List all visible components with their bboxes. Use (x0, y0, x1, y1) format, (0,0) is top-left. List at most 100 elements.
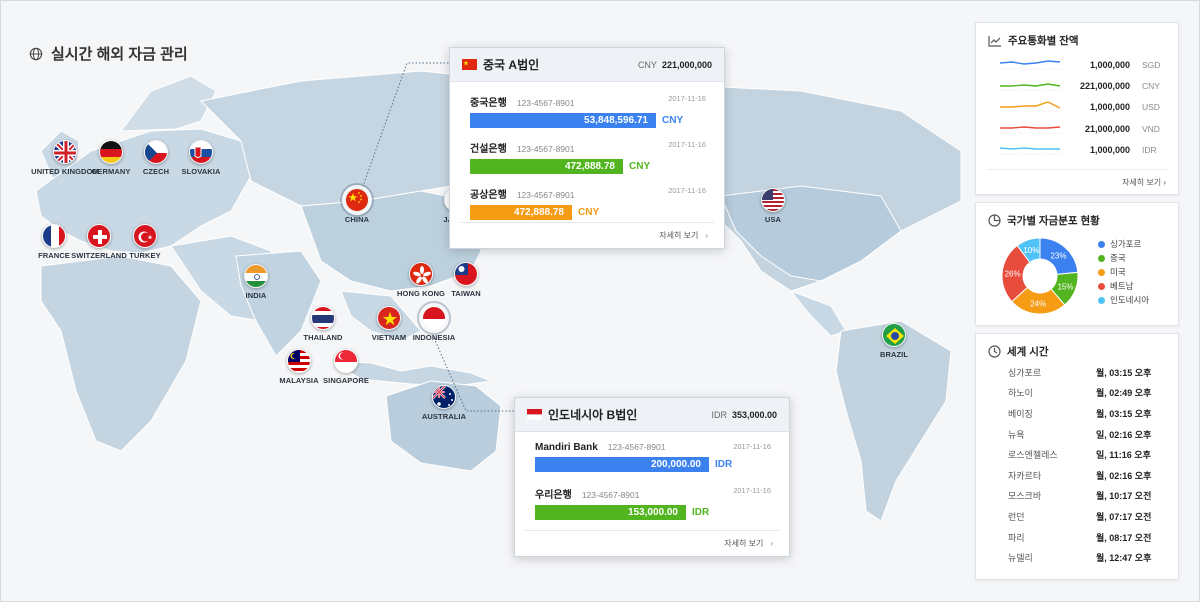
currency-amount: 1,000,000 (1089, 144, 1130, 155)
marker-thailand[interactable]: THAILAND (288, 306, 358, 342)
city-time: 월, 12:47 오후 (1096, 553, 1152, 564)
currency-code: VND (1142, 123, 1160, 134)
donut-slice-label: 23% (1050, 252, 1066, 261)
panel-title: 국가별 자금분포 현황 (976, 203, 1178, 228)
marker-indonesia[interactable]: INDONESIA (399, 306, 469, 342)
account-date: 2017-11-16 (733, 442, 771, 451)
popup-indonesia-entity: 인도네시아 B법인 IDR 353,000.00 Mandiri Bank 123-… (514, 397, 790, 557)
hongkong-flag-icon (409, 262, 433, 286)
city-time: 월, 02:49 오후 (1096, 388, 1152, 399)
city-time: 월, 03:15 오후 (1096, 408, 1152, 419)
australia-flag-icon (432, 385, 456, 409)
time-row: 뉴델리 월, 12:47 오후 (976, 547, 1180, 568)
entity-total: CNY 221,000,000 (637, 59, 712, 70)
chart-legend: 싱가포르 중국 미국 베트남 인도네시아 (1098, 237, 1149, 307)
balance-currency: IDR (692, 507, 710, 518)
marker-australia[interactable]: AUSTRALIA (409, 385, 479, 421)
czech-flag-icon (144, 140, 168, 164)
account-number: 123-4567-8901 (581, 490, 640, 500)
legend-item: 싱가포르 (1098, 237, 1149, 251)
legend-label: 인도네시아 (1110, 295, 1150, 305)
singapore-flag-icon (334, 349, 358, 373)
city-time: 월, 08:17 오전 (1096, 532, 1152, 543)
currency-code: SGD (1142, 60, 1161, 70)
account-number: 123-4567-8901 (607, 442, 666, 452)
account-row: 건설은행 123-4567-8901 2017-11-16 472,888.78 CN… (450, 140, 724, 174)
account-row: 중국은행 123-4567-8901 2017-11-16 53,848,596.7… (450, 94, 724, 128)
time-row: 베이징 월, 03:15 오후 (976, 403, 1180, 424)
india-flag-icon (244, 264, 268, 288)
entity-name: 인도네시아 B법인 (548, 408, 638, 422)
marker-label: BRAZIL (879, 350, 909, 359)
sparkline (1000, 83, 1062, 91)
account-number: 123-4567-8901 (516, 190, 575, 200)
city-name: 하노이 (1008, 388, 1033, 399)
city-name: 런던 (1008, 511, 1025, 522)
slovakia-flag-icon (189, 140, 213, 164)
balance-bar: 53,848,596.71 (470, 113, 656, 128)
indonesia-flag-icon (422, 306, 446, 330)
city-time: 월, 02:16 오후 (1096, 470, 1152, 481)
currency-row: 21,000,000 VND (976, 119, 1180, 139)
currency-amount: 1,000,000 (1089, 102, 1130, 113)
city-time: 월, 07:17 오전 (1096, 511, 1152, 522)
currency-code: USD (1142, 102, 1160, 113)
legend-label: 중국 (1110, 253, 1126, 263)
time-row: 자카르타 월, 02:16 오후 (976, 465, 1180, 486)
legend-item: 베트남 (1098, 279, 1149, 293)
balance-currency: CNY (578, 207, 600, 218)
panel-title: 세계 시간 (976, 334, 1178, 359)
donut-slice-label: 26% (1005, 269, 1021, 278)
marker-slovakia[interactable]: SLOVAKIA (166, 140, 236, 176)
balance-bar: 472,888.78 (470, 205, 572, 220)
time-row: 파리 월, 08:17 오전 (976, 527, 1180, 548)
marker-label: CHINA (344, 215, 370, 224)
currency-amount: 1,000,000 (1089, 60, 1130, 70)
currency-amount: 221,000,000 (1080, 81, 1131, 92)
donut-slice-label: 15% (1057, 282, 1073, 291)
more-link[interactable]: 자세히 보기 › (460, 222, 714, 248)
balance-bar: 200,000.00 (535, 457, 709, 472)
entity-name: 중국 A법인 (483, 58, 540, 72)
account-number: 123-4567-8901 (516, 98, 575, 108)
currency-amount: 21,000,000 (1084, 123, 1130, 134)
marker-singapore[interactable]: SINGAPORE (311, 349, 381, 385)
more-link[interactable]: 자세히 보기 › (525, 530, 779, 556)
marker-label: INDONESIA (412, 333, 456, 342)
time-row: 뉴욕 일, 02:16 오후 (976, 424, 1180, 445)
marker-brazil[interactable]: BRAZIL (859, 323, 929, 359)
marker-china[interactable]: CHINA (322, 188, 392, 224)
marker-label: SINGAPORE (323, 376, 369, 385)
marker-india[interactable]: INDIA (221, 264, 291, 300)
turkey-flag-icon (133, 224, 157, 248)
chevron-right-icon: › (770, 539, 773, 548)
currency-row: 1,000,000 IDR (976, 140, 1180, 160)
france-flag-icon (42, 224, 66, 248)
donut-slice-label: 24% (1030, 299, 1046, 308)
indonesia-flag-icon (527, 409, 542, 420)
marker-label: AUSTRALIA (421, 412, 467, 421)
panel-title: 주요통화별 잔액 (976, 23, 1178, 48)
balance-currency: IDR (715, 459, 733, 470)
balance-bar: 472,888.78 (470, 159, 623, 174)
clock-icon (988, 345, 1001, 358)
page-title: 실시간 해외 자금 관리 (29, 43, 188, 64)
city-time: 월, 03:15 오후 (1096, 367, 1152, 378)
balance-currency: CNY (629, 161, 651, 172)
currency-row: 1,000,000 SGD (976, 55, 1180, 75)
marker-label: INDIA (245, 291, 267, 300)
account-row: Mandiri Bank 123-4567-8901 2017-11-16 200,… (515, 442, 789, 472)
bank-name: Mandiri Bank (535, 442, 598, 453)
marker-taiwan[interactable]: TAIWAN (431, 262, 501, 298)
city-name: 로스엔젤레스 (1008, 450, 1058, 461)
usa-flag-icon (761, 188, 785, 212)
more-link[interactable]: 자세히 보기 › (1122, 177, 1166, 188)
sparkline (1000, 60, 1062, 70)
taiwan-flag-icon (454, 262, 478, 286)
marker-usa[interactable]: USA (738, 188, 808, 224)
switzerland-flag-icon (87, 224, 111, 248)
time-row: 모스크바 월, 10:17 오전 (976, 486, 1180, 507)
marker-turkey[interactable]: TURKEY (110, 224, 180, 260)
legend-item: 중국 (1098, 251, 1149, 265)
marker-label: USA (764, 215, 782, 224)
